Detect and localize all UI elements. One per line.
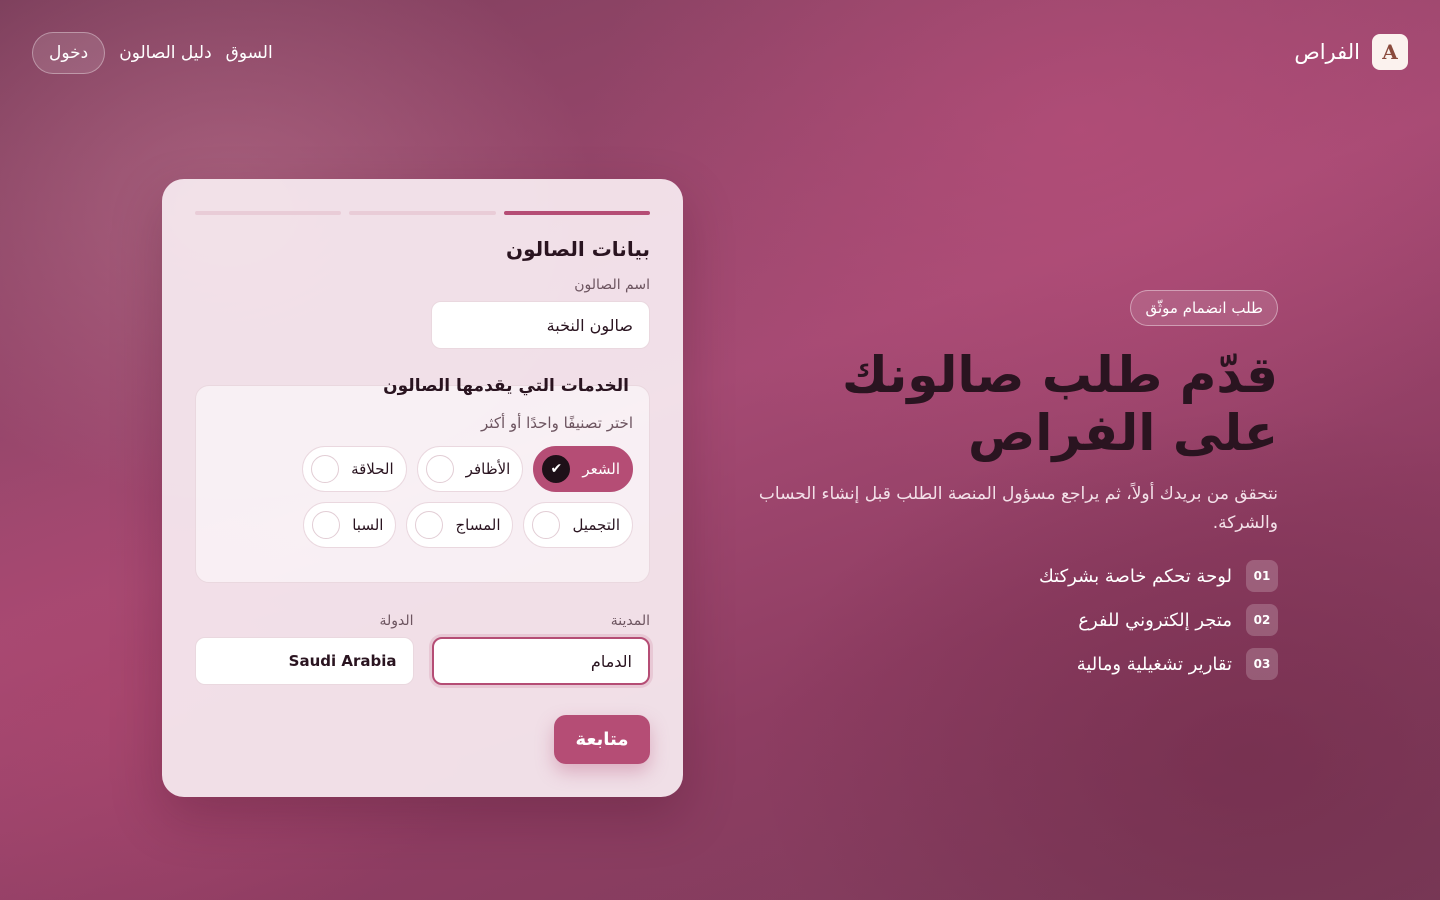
country-field: الدولة Saudi Arabia	[195, 613, 414, 685]
nav-link-market[interactable]: السوق	[226, 43, 273, 63]
feature-number: 03	[1246, 648, 1278, 680]
feature-text: لوحة تحكم خاصة بشركتك	[1039, 565, 1232, 587]
form-title: بيانات الصالون	[506, 237, 650, 261]
service-chip-beauty[interactable]: التجميل	[523, 502, 633, 548]
hero-description: نتحقق من بريدك أولاً، ثم يراجع مسؤول الم…	[758, 484, 1278, 533]
service-chip-massage[interactable]: المساج	[406, 502, 514, 548]
continue-button[interactable]: متابعة	[554, 715, 650, 764]
top-nav: دخول دليل الصالون السوق	[32, 32, 273, 74]
nav-link-salon-guide[interactable]: دليل الصالون	[119, 43, 211, 63]
service-chip-hair[interactable]: الشعر ✔	[533, 446, 633, 492]
feature-number: 02	[1246, 604, 1278, 636]
checkbox-circle-icon	[415, 511, 444, 539]
city-field: المدينة الدمام	[431, 613, 650, 685]
verified-badge: طلب انضمام موثّق	[1130, 290, 1278, 326]
checkbox-circle-icon	[532, 511, 561, 539]
progress-steps	[195, 211, 650, 215]
checkbox-circle-icon	[425, 455, 454, 483]
feature-list: 01 لوحة تحكم خاصة بشركتك 02 متجر إلكترون…	[758, 560, 1278, 680]
brand-monogram-icon: A	[1372, 34, 1408, 70]
salon-name-label: اسم الصالون	[574, 277, 650, 293]
step-1-indicator	[503, 211, 650, 215]
brand-name: الفراص	[1294, 40, 1360, 64]
service-chip-spa[interactable]: السبا	[303, 502, 397, 548]
service-chip-label: السبا	[352, 516, 384, 534]
services-legend: الخدمات التي يقدمها الصالون	[383, 376, 629, 396]
service-chip-nails[interactable]: الأظافر	[416, 446, 524, 492]
signup-form-card: بيانات الصالون اسم الصالون صالون النخبة …	[162, 179, 683, 797]
services-fieldset: الخدمات التي يقدمها الصالون اختر تصنيفًا…	[195, 376, 650, 583]
service-chip-label: المساج	[455, 516, 501, 534]
checkbox-circle-icon	[311, 455, 340, 483]
checkbox-circle-icon	[312, 511, 341, 539]
service-chip-label: الحلاقة	[351, 460, 394, 478]
service-chip-label: الشعر	[582, 460, 620, 478]
city-label: المدينة	[610, 613, 650, 629]
brand[interactable]: A الفراص	[1294, 34, 1408, 70]
service-chip-label: التجميل	[572, 516, 620, 534]
service-chip-barber[interactable]: الحلاقة	[302, 446, 407, 492]
salon-name-input[interactable]: صالون النخبة	[431, 301, 650, 349]
country-label: الدولة	[379, 613, 414, 629]
login-button[interactable]: دخول	[32, 32, 106, 74]
service-chip-label: الأظافر	[465, 460, 511, 478]
city-input[interactable]: الدمام	[431, 637, 650, 685]
feature-item: 03 تقارير تشغيلية ومالية	[758, 648, 1278, 680]
feature-text: متجر إلكتروني للفرع	[1078, 609, 1232, 631]
feature-number: 01	[1246, 560, 1278, 592]
feature-item: 02 متجر إلكتروني للفرع	[758, 604, 1278, 636]
feature-text: تقارير تشغيلية ومالية	[1076, 653, 1232, 675]
step-3-indicator	[195, 211, 342, 215]
location-row: المدينة الدمام الدولة Saudi Arabia	[195, 613, 650, 685]
services-chips: الشعر ✔ الأظافر الحلاقة التجميل المساج ا…	[212, 446, 633, 548]
hero-title: قدّم طلب صالونك على الفراص	[841, 346, 1278, 462]
hero: طلب انضمام موثّق قدّم طلب صالونك على الف…	[758, 290, 1278, 692]
services-hint: اختر تصنيفًا واحدًا أو أكثر	[481, 414, 633, 432]
country-input[interactable]: Saudi Arabia	[195, 637, 414, 685]
feature-item: 01 لوحة تحكم خاصة بشركتك	[758, 560, 1278, 592]
check-icon: ✔	[542, 455, 571, 483]
step-2-indicator	[349, 211, 496, 215]
